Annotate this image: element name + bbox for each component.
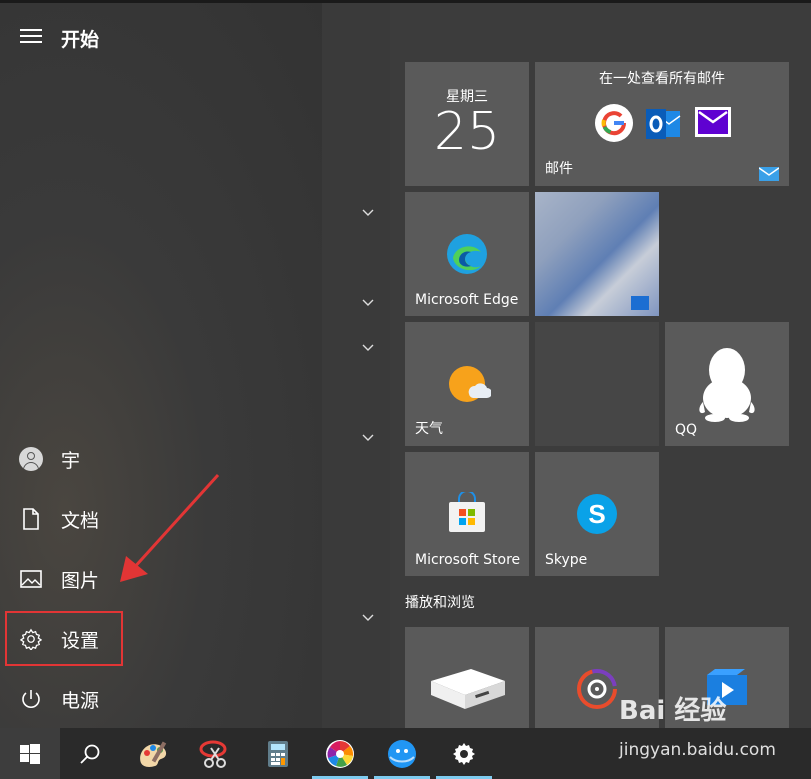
gear-icon: [453, 742, 475, 765]
svg-text:S: S: [588, 499, 605, 529]
taskbar-pinwheel-app[interactable]: [310, 728, 370, 779]
edge-label: Microsoft Edge: [415, 292, 519, 308]
chevron-down-icon[interactable]: [362, 343, 374, 353]
browser-globe-icon: [388, 739, 416, 768]
weather-label: 天气: [415, 421, 443, 437]
google-icon: [595, 104, 633, 142]
watermark-logo: Bai 经验: [619, 696, 727, 726]
taskbar-snipping-tool[interactable]: [186, 728, 246, 779]
store-tile[interactable]: Microsoft Store: [405, 452, 529, 576]
annotation-arrow-icon: [120, 473, 220, 582]
mail-tile[interactable]: 在一处查看所有邮件 邮件: [535, 62, 789, 186]
calendar-tile[interactable]: 星期三 25: [405, 62, 529, 186]
paint-icon: [140, 740, 167, 767]
edge-tile[interactable]: Microsoft Edge: [405, 192, 529, 316]
groove-music-icon: [575, 667, 619, 711]
pictures-icon: [19, 567, 43, 591]
sun-cloud-icon: [447, 364, 492, 404]
mail-badge-icon: [758, 166, 780, 181]
photos-tile[interactable]: [535, 192, 659, 316]
calendar-date: 25: [433, 102, 501, 162]
section-header-play-browse: 播放和浏览: [405, 595, 475, 611]
taskbar-paint[interactable]: [124, 728, 184, 779]
qq-label: QQ: [675, 422, 698, 438]
search-button[interactable]: [60, 728, 120, 779]
mail-heading: 在一处查看所有邮件: [599, 71, 725, 87]
skype-tile[interactable]: S Skype: [535, 452, 659, 576]
snipping-tool-icon: [199, 740, 227, 768]
start-button[interactable]: [0, 728, 60, 779]
outlook-icon: [644, 106, 682, 142]
baidu-watermark: Bai 经验 jingyan.baidu.com: [615, 690, 805, 766]
start-title: 开始: [61, 29, 100, 51]
qq-tile[interactable]: QQ: [665, 322, 789, 446]
yahoo-mail-icon: [694, 106, 732, 138]
chevron-down-icon[interactable]: [362, 613, 374, 623]
skype-label: Skype: [545, 552, 588, 568]
calculator-icon: [268, 740, 288, 767]
sidebar-item-label: 图片: [61, 569, 100, 592]
skype-icon: S: [575, 492, 619, 536]
sidebar-item-label: 宇: [61, 449, 81, 472]
sidebar-item-label: 文档: [61, 509, 100, 532]
weather-tile[interactable]: 天气: [405, 322, 529, 446]
settings-highlight-box: [5, 611, 123, 666]
user-avatar-icon: [19, 447, 43, 471]
store-label: Microsoft Store: [415, 552, 521, 568]
dvd-player-icon: [431, 667, 505, 717]
sidebar-item-power[interactable]: 电源: [0, 673, 300, 725]
search-icon: [80, 744, 100, 764]
chevron-down-icon[interactable]: [362, 433, 374, 443]
edge-icon: [445, 232, 489, 276]
qq-penguin-icon: [697, 346, 757, 422]
empty-tile-slot: [535, 322, 659, 446]
power-icon: [19, 687, 43, 711]
pinwheel-app-icon: [326, 739, 354, 768]
mail-label: 邮件: [545, 161, 573, 177]
taskbar-settings[interactable]: [434, 728, 494, 779]
taskbar-calculator[interactable]: [248, 728, 308, 779]
movies-tv-tile[interactable]: [405, 627, 529, 728]
taskbar-browser[interactable]: [372, 728, 432, 779]
store-bag-icon: [446, 490, 488, 534]
watermark-url: jingyan.baidu.com: [619, 740, 776, 760]
windows-start-icon: [20, 743, 40, 764]
photos-badge-icon: [631, 296, 649, 310]
chevron-down-icon[interactable]: [362, 208, 374, 218]
sidebar-item-label: 电源: [61, 689, 100, 712]
chevron-down-icon[interactable]: [362, 298, 374, 308]
group-collapse-column: [322, 3, 390, 728]
hamburger-menu-icon[interactable]: [20, 29, 42, 45]
document-icon: [19, 507, 43, 531]
